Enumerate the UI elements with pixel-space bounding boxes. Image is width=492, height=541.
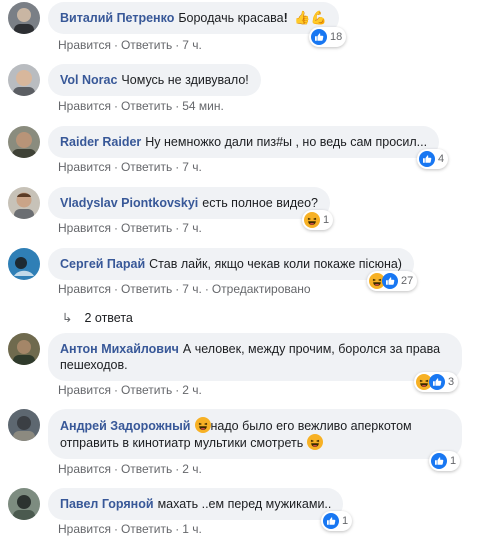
comment-author[interactable]: Антон Михайлович — [60, 342, 179, 356]
like-link[interactable]: Нравится — [58, 99, 111, 113]
comment-actions: Нравится · Ответить · 7 ч. — [58, 38, 202, 52]
like-reaction-icon — [419, 151, 435, 167]
like-reaction-icon — [323, 513, 339, 529]
reply-link[interactable]: Ответить — [121, 522, 172, 536]
comment-author[interactable]: Андрей Задорожный — [60, 419, 191, 433]
comment-bubble: Raider Raider Ну немножко дали пиз#ы , но… — [48, 126, 440, 158]
reaction-summary[interactable]: 1 — [321, 511, 353, 531]
avatar[interactable] — [8, 248, 40, 280]
comment-actions: Нравится · Ответить · 54 мин. — [58, 99, 224, 113]
like-reaction-icon — [311, 29, 327, 45]
reaction-count: 18 — [330, 31, 343, 43]
reply-link[interactable]: Ответить — [121, 38, 172, 52]
comment-bubble: Антон Михайлович А человек, между прочим,… — [48, 333, 462, 381]
avatar[interactable] — [8, 2, 40, 34]
timestamp[interactable]: 7 ч. — [182, 38, 202, 52]
comment-bubble: Сергей Парай Став лайк, якщо чекав коли п… — [48, 248, 414, 280]
reaction-count: 27 — [401, 275, 414, 287]
comment-author[interactable]: Vladyslav Piontkovskyi — [60, 196, 198, 210]
timestamp[interactable]: 54 мин. — [182, 99, 224, 113]
comment-actions: Нравится · Ответить · 7 ч. · Отредактировано — [58, 282, 311, 296]
comment-author[interactable]: Vol Norac — [60, 73, 117, 87]
reaction-count: 3 — [448, 376, 455, 388]
reaction-summary[interactable]: 1 — [302, 210, 334, 230]
replies-count[interactable]: 2 ответа — [84, 311, 132, 325]
like-link[interactable]: Нравится — [58, 522, 111, 536]
comment-author[interactable]: Павел Горяной — [60, 497, 154, 511]
avatar[interactable] — [8, 187, 40, 219]
comment-bubble: Павел Горяной махать ..ем перед мужиками.… — [48, 488, 344, 520]
like-link[interactable]: Нравится — [58, 282, 111, 296]
avatar[interactable] — [8, 333, 40, 365]
like-link[interactable]: Нравится — [58, 462, 111, 476]
comment-text: Став лайк, якщо чекав коли покаже пісюна… — [149, 257, 402, 271]
like-link[interactable]: Нравится — [58, 160, 111, 174]
view-replies-link[interactable]: ↳ 2 ответа — [62, 310, 133, 325]
like-link[interactable]: Нравится — [58, 38, 111, 52]
comment-text: Бородачь красава — [178, 11, 284, 25]
comment-author[interactable]: Виталий Петренко — [60, 11, 174, 25]
reaction-count: 1 — [323, 214, 330, 226]
comment-text: есть полное видео? — [202, 196, 318, 210]
reaction-summary[interactable]: 18 — [309, 27, 347, 47]
reaction-count: 1 — [342, 515, 349, 527]
comment-actions: Нравится · Ответить · 2 ч. — [58, 462, 202, 476]
laughing-emoji-icon — [306, 434, 323, 450]
reply-link[interactable]: Ответить — [121, 160, 172, 174]
reaction-summary[interactable]: 4 — [417, 149, 449, 169]
comment-actions: Нравится · Ответить · 2 ч. — [58, 383, 202, 397]
avatar[interactable] — [8, 64, 40, 96]
comment-text: Ну немножко дали пиз#ы , но ведь сам про… — [145, 135, 428, 149]
thumbs-up-emoji-icon: 👍 — [294, 10, 311, 25]
reply-link[interactable]: Ответить — [121, 99, 172, 113]
comment-bubble: Vladyslav Piontkovskyi есть полное видео? — [48, 187, 330, 219]
timestamp[interactable]: 2 ч. — [182, 383, 202, 397]
grinning-sweat-emoji-icon — [194, 417, 211, 433]
like-reaction-icon — [431, 453, 447, 469]
like-reaction-icon — [382, 273, 398, 289]
reaction-summary[interactable]: 3 — [414, 372, 459, 392]
comment-actions: Нравится · Ответить · 7 ч. — [58, 160, 202, 174]
timestamp[interactable]: 1 ч. — [182, 522, 202, 536]
reply-link[interactable]: Ответить — [121, 282, 172, 296]
haha-reaction-icon — [304, 212, 320, 228]
comment-actions: Нравится · Ответить · 7 ч. — [58, 221, 202, 235]
reaction-summary[interactable]: 27 — [367, 271, 418, 291]
timestamp[interactable]: 7 ч. — [182, 160, 202, 174]
reply-link[interactable]: Ответить — [121, 462, 172, 476]
reaction-summary[interactable]: 1 — [429, 451, 461, 471]
comment-bubble: Андрей Задорожный надо было его вежливо а… — [48, 409, 462, 459]
comment-author[interactable]: Raider Raider — [60, 135, 141, 149]
avatar[interactable] — [8, 488, 40, 520]
comment-bubble: Виталий Петренко Бородачь красава! 👍💪 — [48, 2, 339, 34]
like-link[interactable]: Нравится — [58, 221, 111, 235]
reply-link[interactable]: Ответить — [121, 221, 172, 235]
comment-text: махать ..ем перед мужиками.. — [157, 497, 332, 511]
reply-link[interactable]: Ответить — [121, 383, 172, 397]
comment-bubble: Vol Norac Чомусь не здивувало! — [48, 64, 261, 96]
reaction-count: 1 — [450, 455, 457, 467]
reaction-count: 4 — [438, 153, 445, 165]
timestamp[interactable]: 7 ч. — [182, 282, 202, 296]
flexed-biceps-emoji-icon: 💪 — [310, 10, 327, 25]
like-reaction-icon — [429, 374, 445, 390]
comment-text: Чомусь не здивувало! — [121, 73, 249, 87]
edited-label[interactable]: Отредактировано — [212, 282, 311, 296]
exclamation-icon: ! — [283, 11, 288, 25]
timestamp[interactable]: 7 ч. — [182, 221, 202, 235]
like-link[interactable]: Нравится — [58, 383, 111, 397]
timestamp[interactable]: 2 ч. — [182, 462, 202, 476]
comment-author[interactable]: Сергей Парай — [60, 257, 145, 271]
reply-arrow-icon: ↳ — [62, 311, 73, 325]
avatar[interactable] — [8, 409, 40, 441]
avatar[interactable] — [8, 126, 40, 158]
comment-actions: Нравится · Ответить · 1 ч. — [58, 522, 202, 536]
